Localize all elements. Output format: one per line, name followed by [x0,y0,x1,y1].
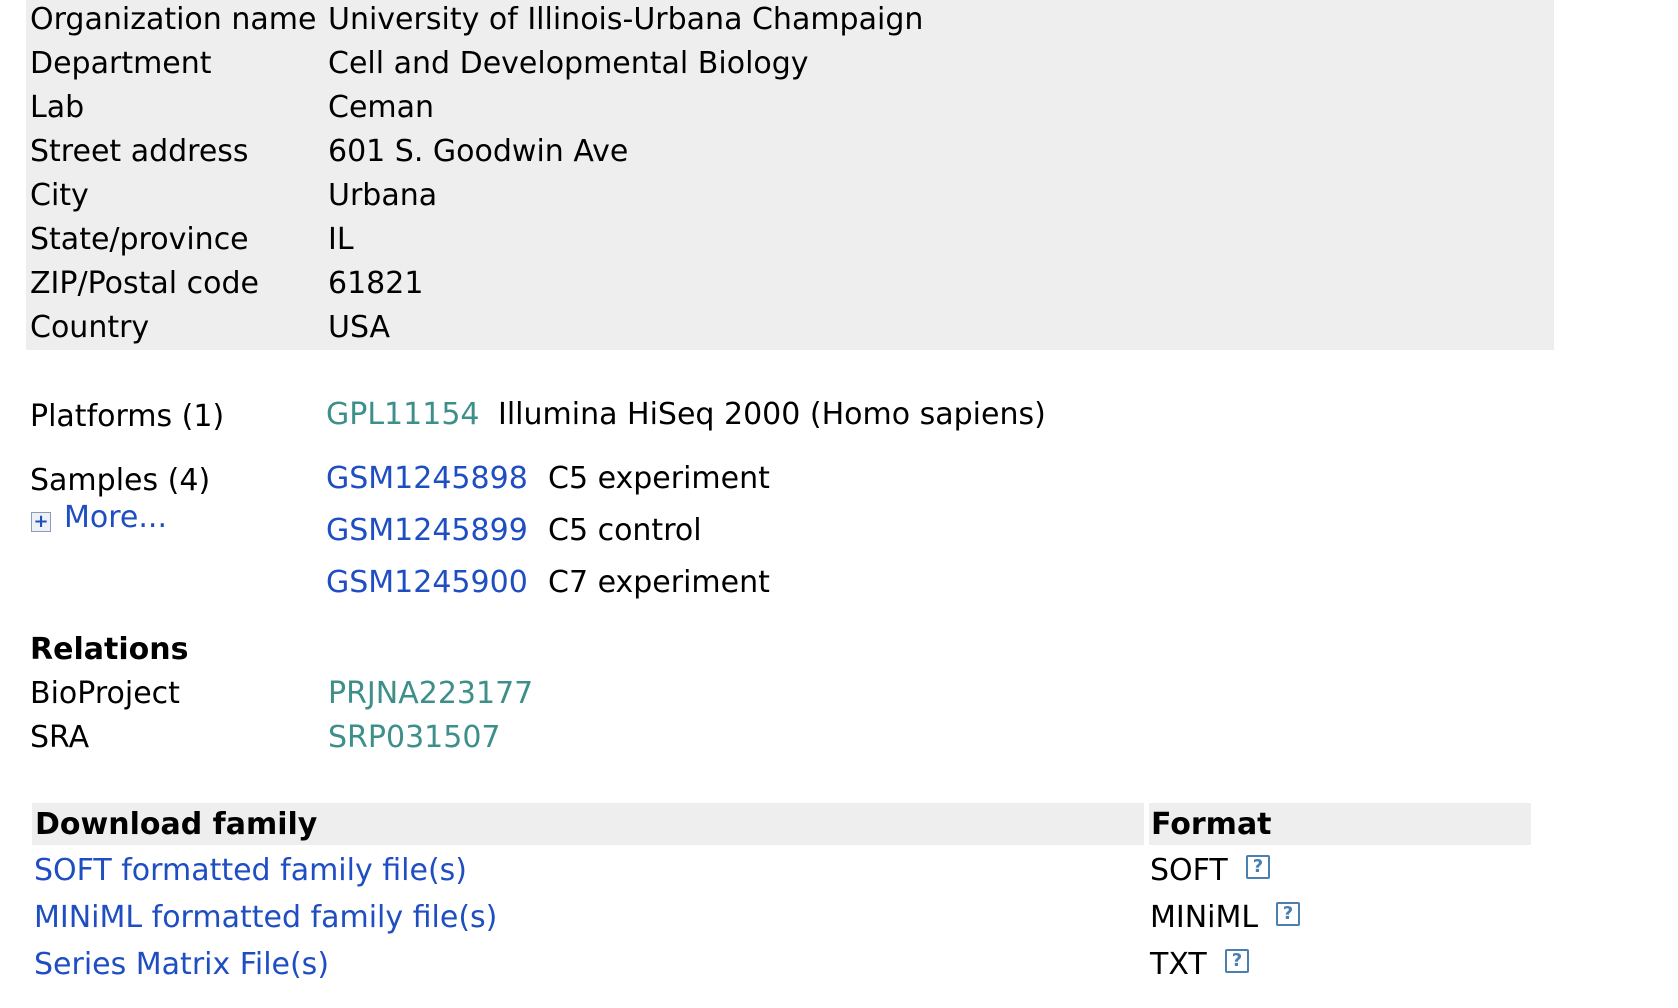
contact-label-country: Country [30,310,150,345]
contact-label-lab: Lab [30,90,85,125]
platform-description: Illumina HiSeq 2000 (Homo sapiens) [498,397,1046,432]
contact-value-department: Cell and Developmental Biology [328,46,809,81]
sample-link-gsm1245900[interactable]: GSM1245900 [326,568,528,598]
download-miniml-link[interactable]: MINiML formatted family file(s) [34,903,497,933]
relation-link-sra[interactable]: SRP031507 [328,723,501,753]
relation-label-sra: SRA [30,720,90,755]
relations-heading: Relations [30,632,189,667]
contact-value-state: IL [328,222,354,257]
help-icon[interactable]: ? [1276,902,1300,926]
download-series-matrix-link[interactable]: Series Matrix File(s) [34,950,329,980]
sample-link-gsm1245898[interactable]: GSM1245898 [326,464,528,494]
samples-label: Samples (4) [30,463,211,498]
contact-label-department: Department [30,46,212,81]
contact-value-zip: 61821 [328,266,424,301]
help-icon[interactable]: ? [1225,949,1249,973]
download-soft-link[interactable]: SOFT formatted family file(s) [34,856,467,886]
format-soft: SOFT [1150,853,1228,888]
relation-label-bioproject: BioProject [30,676,180,711]
sample-description: C5 control [548,513,702,548]
sample-description: C7 experiment [548,565,770,600]
platform-link-gpl11154[interactable]: GPL11154 [326,400,480,430]
contact-value-organization: University of Illinois-Urbana Champaign [328,2,924,37]
sample-link-gsm1245899[interactable]: GSM1245899 [326,516,528,546]
expand-plus-icon[interactable]: + [31,512,51,532]
samples-more-link[interactable]: More... [64,503,167,533]
help-icon[interactable]: ? [1246,855,1270,879]
platforms-label: Platforms (1) [30,399,225,434]
contact-label-organization: Organization name [30,2,317,37]
contact-value-country: USA [328,310,391,345]
contact-value-lab: Ceman [328,90,435,125]
contact-label-zip: ZIP/Postal code [30,266,259,301]
contact-value-street: 601 S. Goodwin Ave [328,134,629,169]
format-miniml: MINiML [1150,900,1259,935]
sample-description: C5 experiment [548,461,770,496]
format-txt: TXT [1150,947,1207,982]
format-header: Format [1151,807,1272,842]
relation-link-bioproject[interactable]: PRJNA223177 [328,679,533,709]
contact-label-street: Street address [30,134,249,169]
download-family-header: Download family [35,807,318,842]
contact-label-city: City [30,178,89,213]
contact-label-state: State/province [30,222,249,257]
contact-value-city: Urbana [328,178,438,213]
